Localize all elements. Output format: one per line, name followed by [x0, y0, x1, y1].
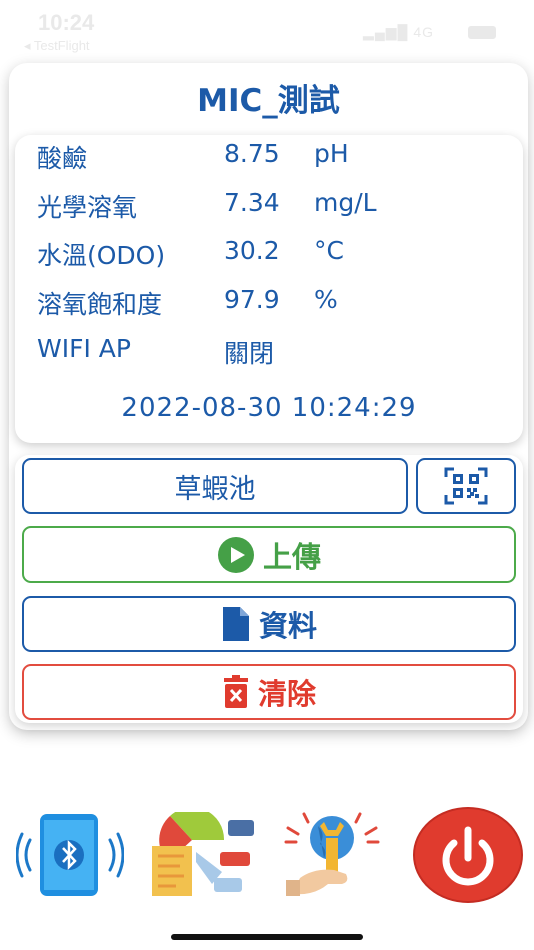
reading-value: 97.9: [224, 285, 280, 314]
reading-unit: °C: [314, 236, 344, 265]
reading-unit: %: [314, 285, 338, 314]
reading-row-saturation: 溶氧飽和度 97.9 %: [15, 285, 523, 325]
upload-label: 上傳: [262, 539, 321, 574]
reading-row-wifi: WIFI AP 關閉: [15, 334, 523, 374]
reading-unit: mg/L: [314, 188, 377, 217]
reading-label: WIFI AP: [37, 334, 131, 363]
reading-row-do: 光學溶氧 7.34 mg/L: [15, 188, 523, 228]
reading-row-temp: 水溫(ODO) 30.2 °C: [15, 236, 523, 276]
clear-label: 清除: [257, 677, 316, 711]
data-button[interactable]: 資料: [22, 596, 516, 652]
actions-panel: 草蝦池 上傳 資料 清除: [15, 455, 523, 723]
reading-value: 關閉: [224, 339, 275, 368]
reading-row-ph: 酸鹼 8.75 pH: [15, 139, 523, 179]
readings-panel: 酸鹼 8.75 pH 光學溶氧 7.34 mg/L 水溫(ODO) 30.2 °…: [15, 135, 523, 443]
power-icon: [413, 807, 523, 903]
reading-label: 光學溶氧: [37, 193, 138, 222]
upload-button[interactable]: 上傳: [22, 526, 516, 583]
network-type: 4G: [413, 24, 434, 40]
qr-scan-button[interactable]: [416, 458, 516, 514]
settings-button[interactable]: [284, 812, 380, 902]
reading-label: 酸鹼: [37, 144, 88, 173]
bluetooth-phone-icon: [15, 814, 125, 896]
power-button[interactable]: [412, 806, 524, 908]
status-bar: 10:24 ◂ TestFlight ▂▄▆█ 4G: [0, 0, 534, 58]
reading-unit: pH: [314, 139, 349, 168]
device-card: MIC_測試 酸鹼 8.75 pH 光學溶氧 7.34 mg/L 水溫(ODO)…: [9, 63, 528, 730]
back-to-testflight-link[interactable]: ◂ TestFlight: [24, 38, 90, 54]
report-button[interactable]: [150, 807, 260, 902]
document-icon: [222, 607, 249, 641]
battery-icon: [468, 26, 496, 39]
qr-code-icon: [444, 467, 488, 505]
settings-wrench-globe-icon: [284, 812, 380, 896]
reading-value: 7.34: [224, 188, 280, 217]
trash-icon: [223, 675, 248, 708]
report-charts-icon: [152, 807, 254, 896]
reading-label: 溶氧飽和度: [37, 290, 163, 319]
clear-button[interactable]: 清除: [22, 664, 516, 720]
pond-select-button[interactable]: 草蝦池: [22, 458, 408, 514]
data-label: 資料: [258, 609, 317, 643]
play-circle-icon: [217, 536, 254, 573]
bluetooth-button[interactable]: [15, 812, 125, 902]
device-title: MIC_測試: [197, 83, 340, 119]
home-indicator[interactable]: [171, 934, 363, 940]
reading-value: 30.2: [224, 236, 280, 265]
reading-timestamp: 2022-08-30 10:24:29: [121, 393, 417, 423]
network-indicator: ▂▄▆█ 4G: [363, 24, 434, 40]
reading-value: 8.75: [224, 139, 280, 168]
pond-name: 草蝦池: [174, 473, 256, 505]
status-time: 10:24: [38, 10, 95, 35]
reading-label: 水溫(ODO): [37, 241, 166, 270]
